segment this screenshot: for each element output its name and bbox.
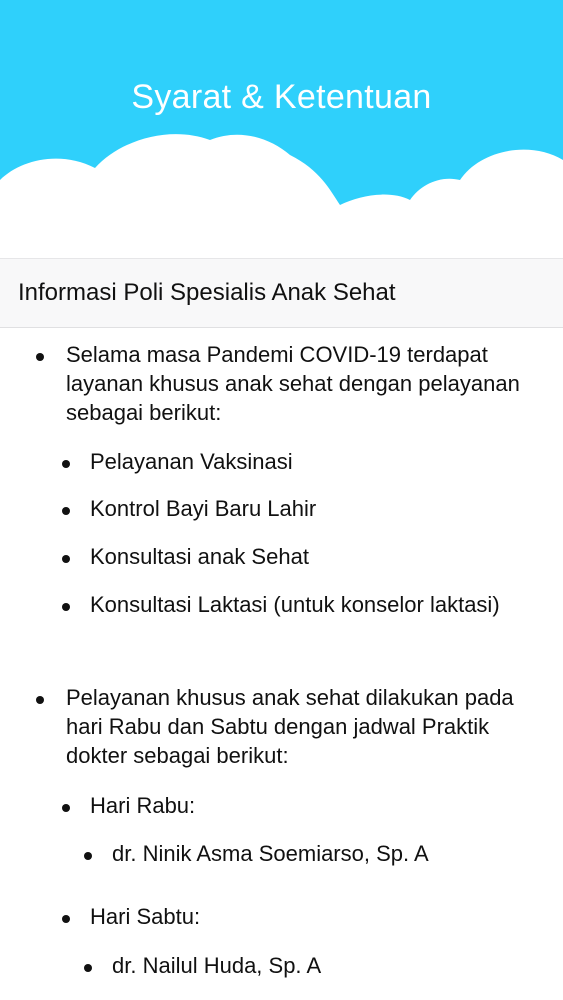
list-item: Pelayanan Vaksinasi [90, 449, 293, 474]
section-title: Informasi Poli Spesialis Anak Sehat [18, 279, 396, 306]
bullet-dot [62, 915, 70, 923]
schedule-day: Hari Rabu: [90, 793, 196, 818]
list-item: Selama masa Pandemi COVID-19 terdapat la… [66, 342, 520, 425]
list-item: Konsultasi anak Sehat [90, 544, 309, 569]
bullet-dot [36, 696, 44, 704]
list-item: Kontrol Bayi Baru Lahir [90, 496, 317, 521]
list-item: Pelayanan khusus anak sehat dilakukan pa… [66, 685, 514, 768]
bullet-dot [62, 507, 70, 515]
bullet-dot [84, 852, 92, 860]
bullet-dot [84, 964, 92, 972]
bullet-dot [62, 603, 70, 611]
bullet-dot [62, 460, 70, 468]
section-header: Informasi Poli Spesialis Anak Sehat [0, 258, 563, 328]
bullet-dot [62, 804, 70, 812]
schedule-doctor: dr. Nailul Huda, Sp. A [112, 953, 322, 978]
bullet-dot [36, 353, 44, 361]
bullet-dot [62, 555, 70, 563]
cloud-decoration [0, 134, 563, 258]
schedule-day: Hari Sabtu: [90, 904, 201, 929]
list-item: Konsultasi Laktasi (untuk konselor lakta… [90, 592, 500, 617]
page-title: Syarat & Ketentuan [131, 78, 432, 116]
schedule-doctor: dr. Ninik Asma Soemiarso, Sp. A [112, 841, 429, 866]
header-banner: Syarat & Ketentuan [0, 0, 563, 258]
